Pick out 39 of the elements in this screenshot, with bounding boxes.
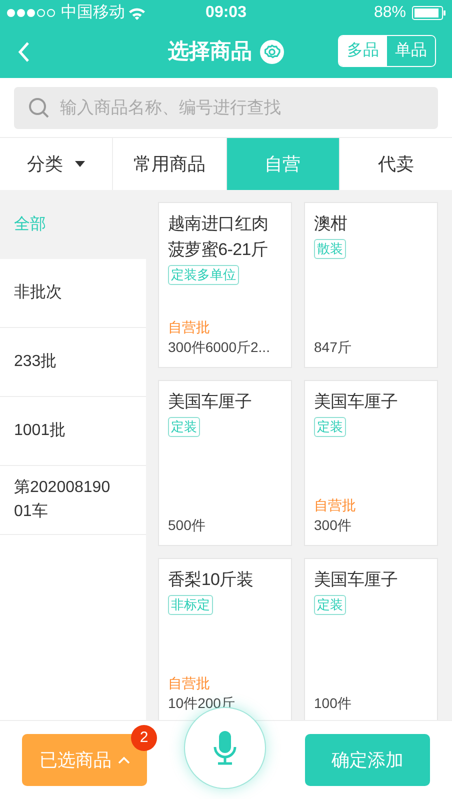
product-name: 美国车厘子 [314,569,399,591]
battery-percent: 88% [374,3,406,23]
product-card[interactable]: 美国车厘子 定装 100件 [304,558,438,720]
stock-quantity: 500件 [168,516,206,535]
stock-quantity: 300件 [314,516,352,535]
batch-label: 自营批 [168,674,211,693]
product-tag: 定装多单位 [168,265,239,285]
product-tag: 散装 [314,239,346,259]
product-name: 香梨10斤装 [168,569,254,591]
stock-quantity: 100件 [314,694,352,713]
product-card[interactable]: 越南进口红肉菠萝蜜6-21斤 定装多单位 自营批 300件6000斤2... [158,202,292,368]
microphone-icon [213,731,237,765]
clock-time: 09:03 [206,3,246,23]
product-card[interactable]: 澳柑 散装 847斤 [304,202,438,368]
product-card[interactable]: 美国车厘子 定装 500件 [158,380,292,546]
search-field[interactable]: 输入商品名称、编号进行查找 [14,86,438,128]
batch-label: 自营批 [168,318,211,337]
stock-quantity: 300件6000斤2... [168,338,271,357]
product-name: 美国车厘子 [314,391,399,413]
product-tag: 非标定 [168,595,213,615]
batch-label: 自营批 [314,496,357,515]
product-card[interactable]: 美国车厘子 定装 自营批 300件 [304,380,438,546]
signal-icon [6,8,58,18]
product-name: 越南进口红肉菠萝蜜6-21斤 [168,213,270,261]
carrier-name: 中国移动 [61,2,125,23]
wifi-icon [128,6,146,20]
product-tag: 定装 [168,417,200,437]
settings-icon[interactable] [260,40,284,64]
battery-icon [412,6,446,20]
product-tag: 定装 [314,417,346,437]
search-icon [28,96,50,118]
product-name: 澳柑 [314,213,348,235]
caret-icon [75,161,86,167]
product-name: 美国车厘子 [168,391,253,413]
stock-quantity: 847斤 [314,338,352,357]
count-badge: 2 [131,725,157,751]
product-tag: 定装 [314,595,346,615]
chevron-up-icon [118,756,130,764]
page-title: 选择商品 [168,38,252,66]
